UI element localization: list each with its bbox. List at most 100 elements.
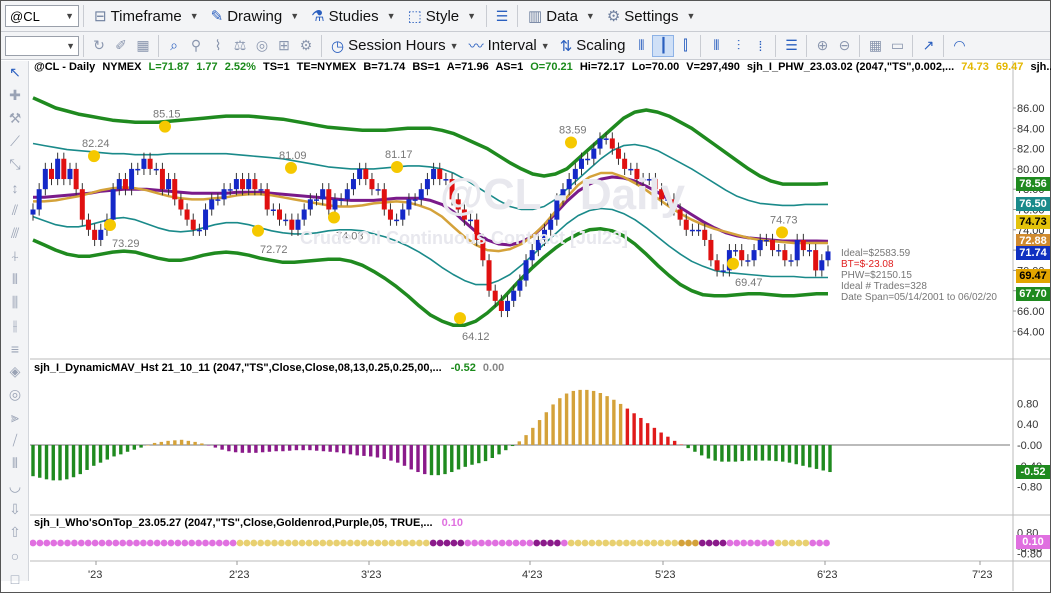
indicator2-label: sjh_I_Who'sOnTop_23.05.27 (2047,"TS",Clo… — [34, 517, 433, 529]
chevron-down-icon: ▼ — [386, 11, 396, 21]
zoom-in-icon[interactable]: ⊕ — [811, 35, 833, 57]
who-on-top-dot — [664, 539, 672, 547]
who-on-top-dot — [257, 539, 265, 547]
point-figure-icon[interactable]: ⁞ — [749, 35, 771, 57]
candle-body — [720, 270, 726, 272]
histogram-bar — [436, 445, 440, 476]
crosshair-icon[interactable]: ✚ — [1, 84, 29, 107]
calendar-icon[interactable]: ▦ — [864, 35, 886, 57]
candle-body — [794, 239, 800, 261]
data-menu[interactable]: ▥ Data ▼ — [522, 4, 601, 28]
fib-time-icon[interactable]: ⫼ — [1, 291, 29, 314]
draw-icon[interactable]: ✐ — [110, 35, 132, 57]
who-on-top-dot — [761, 539, 768, 547]
gauge-icon[interactable]: ◠ — [948, 35, 970, 57]
who-on-top-dot — [726, 539, 734, 547]
candle-body — [215, 199, 221, 201]
candlestick-icon[interactable]: ┃ — [652, 34, 675, 57]
refresh-icon[interactable]: ↻ — [88, 35, 110, 57]
grid-icon[interactable]: ▦ — [132, 35, 154, 57]
drawing-menu[interactable]: ✎ Drawing ▼ — [205, 4, 306, 28]
chart-area[interactable]: 86.0084.0082.0080.0078.0076.0074.0072.00… — [29, 61, 1050, 591]
histogram-bar — [51, 445, 55, 481]
fib-ext-icon[interactable]: ⫲ — [1, 314, 29, 337]
pitchfork-icon[interactable]: ⫻ — [1, 222, 29, 245]
candle-body — [129, 168, 135, 190]
volume-icon[interactable]: ⦀ — [705, 35, 727, 57]
candle-body — [61, 158, 67, 180]
who-on-top-dot — [353, 539, 361, 547]
filter-icon[interactable]: ⊞ — [273, 35, 295, 57]
spread-icon[interactable]: ⫶ — [727, 35, 749, 57]
scale-icon[interactable]: ⚖ — [229, 35, 251, 57]
candle-body — [252, 179, 258, 190]
histogram-bar — [821, 445, 825, 471]
histogram-bar — [220, 445, 224, 450]
ruler-icon[interactable]: ⚲ — [185, 35, 207, 57]
rectangle-icon[interactable]: □ — [1, 567, 29, 590]
who-on-top-dot — [367, 539, 375, 547]
who-on-top-dot — [754, 539, 761, 547]
histogram-bar — [308, 445, 312, 451]
horizontal-line-icon[interactable]: ↕ — [1, 176, 29, 199]
arc-icon[interactable]: ◡ — [1, 475, 29, 498]
fan-icon[interactable]: ≡ — [1, 337, 29, 360]
candle-body — [369, 179, 375, 190]
timeframe-menu[interactable]: ⊟ Timeframe ▼ — [88, 4, 205, 28]
trendline-icon[interactable]: ⟋ — [1, 130, 29, 153]
who-on-top-dot — [671, 539, 679, 547]
hollow-candle-icon[interactable]: ⫿ — [674, 35, 696, 57]
config-icon[interactable]: ⚙ — [295, 35, 317, 57]
chevron-down-icon: ▼ — [686, 11, 696, 21]
who-on-top-dot — [91, 539, 99, 547]
secondary-symbol-field[interactable]: ▼ — [5, 35, 79, 56]
symbol-selector[interactable]: @CL ▼ — [5, 5, 79, 27]
peak-label: 85.15 — [153, 109, 181, 121]
gann-icon[interactable]: ◈ — [1, 360, 29, 383]
panes-icon[interactable]: ☰ — [780, 35, 802, 57]
pointer-icon[interactable]: ↖ — [1, 61, 29, 84]
cycle-icon[interactable]: ⫸ — [1, 406, 29, 429]
legend-bid: B=71.74 — [363, 61, 406, 73]
histogram-bar — [679, 444, 684, 445]
histogram-bar — [267, 445, 272, 452]
histogram-bar — [477, 445, 481, 464]
pattern-icon[interactable]: ⌇ — [207, 35, 229, 57]
wrench-icon[interactable]: ⚒ — [1, 107, 29, 130]
histogram-bar — [85, 445, 89, 470]
window-icon[interactable]: ▭ — [886, 35, 908, 57]
down-arrow-icon[interactable]: ⇩ — [1, 498, 29, 521]
interval-menu[interactable]: 〰 Interval ▼ — [464, 34, 555, 58]
settings-menu[interactable]: ⚙ Settings ▼ — [601, 4, 702, 28]
candle-body — [529, 250, 535, 261]
fib-icon[interactable]: ⍭ — [1, 245, 29, 268]
speed-icon[interactable]: ⧸ — [1, 429, 29, 452]
binoculars-icon[interactable]: ◎ — [251, 35, 273, 57]
price-tick-label: 84.00 — [1017, 123, 1045, 135]
channel-icon[interactable]: ⫽ — [1, 199, 29, 222]
zoom-out-icon[interactable]: ⊖ — [833, 35, 855, 57]
chevron-down-icon: ▼ — [467, 11, 477, 21]
candle-body — [825, 251, 831, 261]
session-hours-menu[interactable]: ◷ Session Hours ▼ — [326, 34, 464, 58]
spiral-icon[interactable]: ◎ — [1, 383, 29, 406]
candle-body — [320, 189, 326, 200]
style-menu[interactable]: ⬚ Style ▼ — [402, 4, 482, 28]
layout-icon[interactable]: ☰ — [491, 5, 513, 27]
bar-chart-icon[interactable]: ⫴ — [630, 35, 652, 57]
circle-icon[interactable]: ○ — [1, 544, 29, 567]
trend-icon[interactable]: ↗ — [917, 35, 939, 57]
scaling-menu[interactable]: ⇅ Scaling — [555, 34, 631, 58]
search-icon[interactable]: ⌕ — [163, 35, 185, 57]
studies-menu[interactable]: ⚗ Studies ▼ — [305, 4, 401, 28]
who-on-top-dot — [636, 539, 644, 547]
bars-icon[interactable]: ⫴ — [1, 452, 29, 475]
up-arrow-icon[interactable]: ⇧ — [1, 521, 29, 544]
vertical-lines-icon[interactable]: ⦀ — [1, 268, 29, 291]
candle-body — [689, 229, 695, 232]
strategy-stats: Ideal=$2583.59 BT=$-23.08 PHW=$2150.15 I… — [841, 248, 997, 303]
histogram-bar — [227, 445, 231, 452]
stat-phw: PHW=$2150.15 — [841, 270, 912, 281]
histogram-bar — [510, 445, 515, 447]
ray-icon[interactable]: ⤡ — [1, 153, 29, 176]
